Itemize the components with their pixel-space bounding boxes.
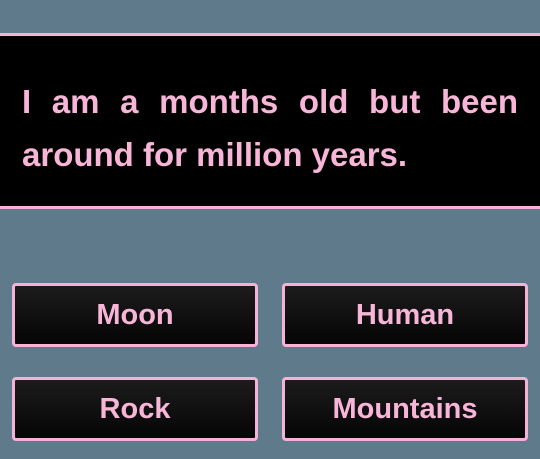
- answer-button-human[interactable]: Human: [282, 283, 528, 347]
- answer-button-moon[interactable]: Moon: [12, 283, 258, 347]
- question-text: I am a months old but been around for mi…: [22, 83, 518, 173]
- question-panel: I am a months old but been around for mi…: [0, 33, 540, 209]
- answer-button-rock[interactable]: Rock: [12, 377, 258, 441]
- answer-button-mountains[interactable]: Mountains: [282, 377, 528, 441]
